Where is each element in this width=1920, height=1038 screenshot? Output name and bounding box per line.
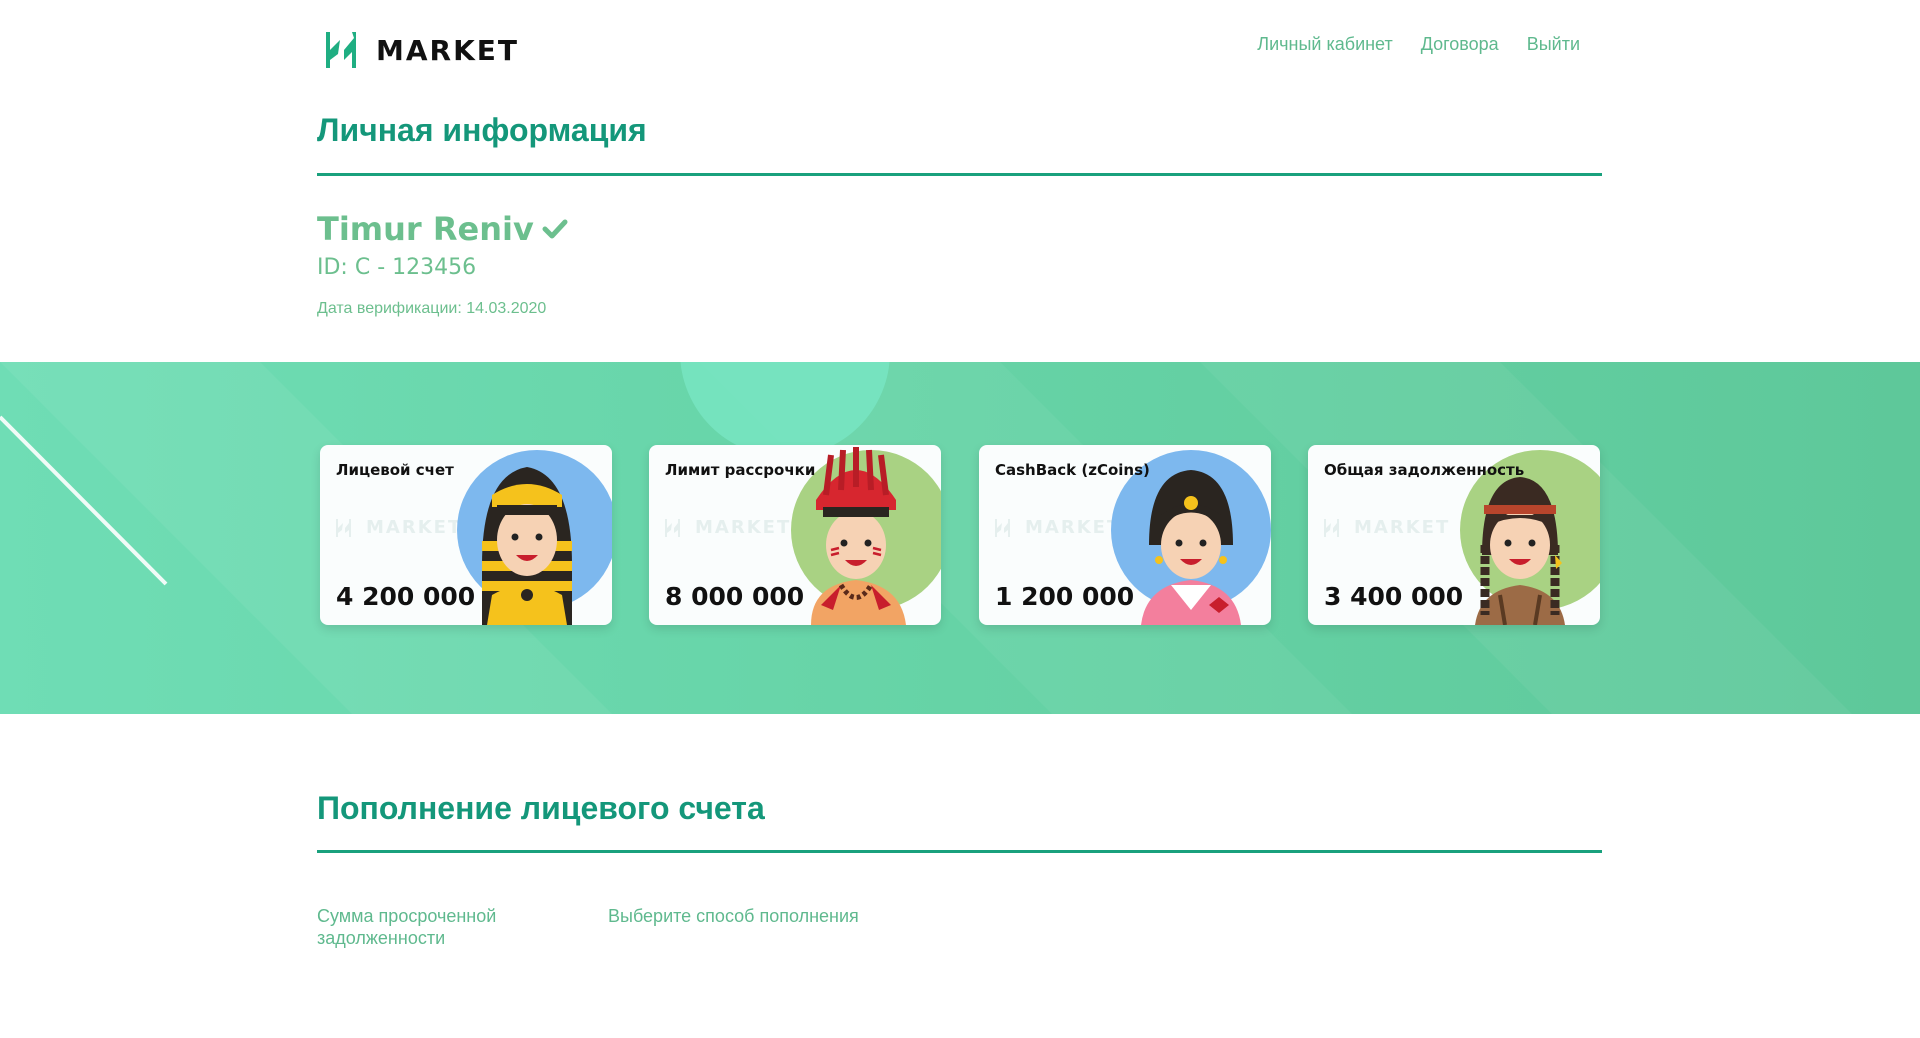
card-value: 1 200 000 — [995, 582, 1135, 611]
logo[interactable]: MARKET — [322, 30, 519, 70]
topup-method-label: Выберите способ пополнения — [608, 906, 859, 926]
card-cashback[interactable]: CashBack (zCoins) MARKET 1 200 000 — [979, 445, 1271, 625]
topup-divider — [317, 850, 1602, 853]
logo-mark-icon — [326, 32, 356, 68]
watermark-logo-icon — [1324, 518, 1339, 537]
card-installment-limit[interactable]: Лимит рассрочки MARKET 8 000 000 — [649, 445, 941, 625]
band-decoration — [0, 362, 1852, 714]
card-title: CashBack (zCoins) — [995, 461, 1150, 479]
card-personal-account[interactable]: Лицевой счет MARKET 4 200 000 — [320, 445, 612, 625]
logo-text: MARKET — [376, 33, 520, 67]
personal-info-divider — [317, 173, 1602, 176]
profile-name-row: Timur Reniv — [317, 210, 568, 248]
verified-check-icon — [542, 219, 568, 239]
watermark-logo-icon — [336, 518, 351, 537]
card-value: 8 000 000 — [665, 582, 805, 611]
profile-name: Timur Reniv — [317, 210, 534, 248]
card-title: Общая задолженность — [1324, 461, 1525, 479]
watermark-logo-icon — [665, 518, 680, 537]
watermark-logo-icon — [995, 518, 1010, 537]
card-title: Лимит рассрочки — [665, 461, 816, 479]
summary-band: Лицевой счет MARKET 4 200 000 Лимит расс… — [0, 362, 1920, 714]
card-value: 4 200 000 — [336, 582, 476, 611]
card-value: 3 400 000 — [1324, 582, 1464, 611]
overdue-amount-label: Сумма просроченной задолженности — [317, 906, 497, 948]
nav-account[interactable]: Личный кабинет — [1257, 34, 1392, 55]
nav-contracts[interactable]: Договора — [1421, 34, 1499, 55]
header: MARKET Личный кабинет Договора Выйти — [0, 0, 1920, 100]
card-title: Лицевой счет — [336, 461, 454, 479]
top-nav: Личный кабинет Договора Выйти — [1257, 34, 1580, 55]
profile-id: ID: C - 123456 — [317, 255, 477, 280]
topup-title: Пополнение лицевого счета — [317, 790, 765, 826]
nav-logout[interactable]: Выйти — [1527, 34, 1580, 55]
verification-date: Дата верификации: 14.03.2020 — [317, 300, 547, 317]
card-total-debt[interactable]: Общая задолженность MARKET 3 400 000 — [1308, 445, 1600, 625]
personal-info-title: Личная информация — [317, 112, 647, 148]
